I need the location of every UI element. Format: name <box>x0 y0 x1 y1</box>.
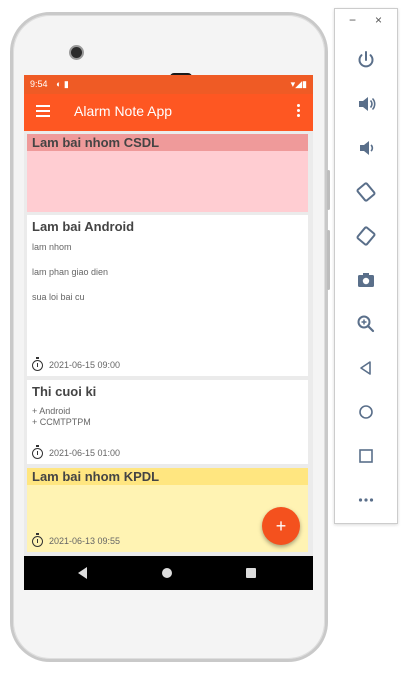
note-card[interactable]: Thi cuoi ki + Android + CCMTPTPM 2021-06… <box>27 380 308 464</box>
notification-icons: ◐ ▮ <box>56 79 69 89</box>
note-content: lam nhom lam phan giao dien sua loi bai … <box>27 235 308 303</box>
back-icon[interactable] <box>351 353 381 383</box>
signal-battery-icons: ▾◢▮ <box>290 79 307 89</box>
timer-icon <box>32 357 43 372</box>
note-card[interactable]: Lam bai nhom KPDL 2021-06-13 09:55 <box>27 468 308 552</box>
camera-icon[interactable] <box>351 265 381 295</box>
note-line: + CCMTPTPM <box>32 417 91 427</box>
minimize-button[interactable]: − <box>349 13 356 27</box>
note-timestamp: 2021-06-13 09:55 <box>32 533 121 548</box>
note-card[interactable]: Lam bai Android lam nhom lam phan giao d… <box>27 215 308 376</box>
note-card[interactable]: Lam bai nhom CSDL <box>27 134 308 212</box>
zoom-icon[interactable] <box>351 309 381 339</box>
front-camera <box>71 47 82 58</box>
note-title: Lam bai nhom KPDL <box>27 468 308 485</box>
rotate-right-icon[interactable] <box>351 221 381 251</box>
toolbar-header: − × <box>335 9 397 33</box>
phone-volume-key <box>327 230 330 290</box>
app-title: Alarm Note App <box>74 103 173 119</box>
nav-back-icon[interactable] <box>78 567 87 579</box>
nav-recents-icon[interactable] <box>246 568 256 578</box>
volume-up-icon[interactable] <box>351 89 381 119</box>
note-content: + Android + CCMTPTPM <box>27 400 308 428</box>
note-title: Thi cuoi ki <box>32 384 97 399</box>
note-line: sua loi bai cu <box>32 292 85 302</box>
close-button[interactable]: × <box>375 13 382 27</box>
device-screen: 9:54 ◐ ▮ ▾◢▮ Alarm Note App Lam bai nhom… <box>24 75 313 590</box>
overview-icon[interactable] <box>351 441 381 471</box>
note-time-text: 2021-06-15 09:00 <box>49 360 121 370</box>
volume-down-icon[interactable] <box>351 133 381 163</box>
note-line: + Android <box>32 406 71 416</box>
overflow-menu-icon[interactable] <box>297 104 301 120</box>
note-title: Lam bai Android <box>32 219 135 234</box>
note-line: lam phan giao dien <box>32 267 109 277</box>
timer-icon <box>32 533 43 548</box>
status-time: 9:54 <box>30 79 48 89</box>
timer-icon <box>32 445 43 460</box>
app-bar: Alarm Note App <box>24 94 313 131</box>
note-timestamp: 2021-06-15 09:00 <box>32 357 121 372</box>
note-title: Lam bai nhom CSDL <box>27 134 308 151</box>
note-time-text: 2021-06-15 01:00 <box>49 448 121 458</box>
add-note-button[interactable]: + <box>262 507 300 545</box>
note-time-text: 2021-06-13 09:55 <box>49 536 121 546</box>
rotate-left-icon[interactable] <box>351 177 381 207</box>
status-bar: 9:54 ◐ ▮ ▾◢▮ <box>24 75 313 94</box>
power-icon[interactable] <box>351 45 381 75</box>
phone-power-key <box>327 170 330 210</box>
home-icon[interactable] <box>351 397 381 427</box>
note-line: lam nhom <box>32 242 72 252</box>
more-icon[interactable] <box>351 485 381 515</box>
hamburger-menu-icon[interactable] <box>36 105 50 119</box>
navigation-bar <box>24 556 313 590</box>
note-timestamp: 2021-06-15 01:00 <box>32 445 121 460</box>
emulator-toolbar: − × <box>334 8 398 524</box>
nav-home-icon[interactable] <box>162 568 172 578</box>
